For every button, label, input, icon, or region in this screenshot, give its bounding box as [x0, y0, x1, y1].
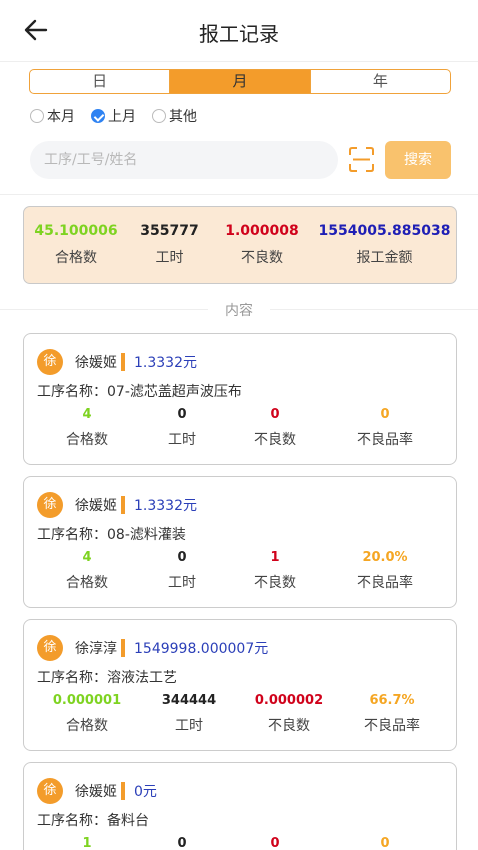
section-label: 内容 — [0, 300, 478, 320]
stat-label: 不良数 — [268, 718, 310, 734]
avatar: 徐 — [37, 492, 63, 518]
avatar: 徐 — [37, 635, 63, 661]
summary-value: 355777 — [140, 223, 199, 239]
segment-month[interactable]: 月 — [169, 70, 310, 93]
record-card[interactable]: 徐 徐淳淳 1549998.000007元 工序名称：溶液法工艺 0.00000… — [23, 619, 457, 751]
qualified-value: 1 — [82, 836, 92, 850]
record-card[interactable]: 徐 徐媛姬 1.3332元 工序名称：08-滤料灌装 4 合格数 0 工时 1 不良数… — [23, 476, 457, 608]
separator-bar — [121, 353, 125, 371]
page-title: 报工记录 — [199, 22, 279, 46]
segment-year[interactable]: 年 — [309, 70, 450, 93]
summary-defects: 1.000008 不良数 — [211, 207, 313, 283]
separator-bar — [121, 496, 125, 514]
scan-icon[interactable] — [349, 147, 374, 172]
qualified-value: 4 — [82, 407, 92, 422]
record-amount: 1.3332元 — [134, 498, 197, 514]
stat-label: 不良数 — [254, 575, 296, 591]
stat-label: 合格数 — [66, 718, 108, 734]
process-name: 工序名称：07-滤芯盖超声波压布 — [37, 384, 242, 400]
separator-bar — [121, 782, 125, 800]
stat-label: 工时 — [168, 575, 196, 591]
worker-name: 徐媛姬 — [75, 498, 117, 514]
summary-value: 45.100006 — [34, 223, 118, 239]
segment-day[interactable]: 日 — [30, 70, 169, 93]
summary-label: 不良数 — [241, 250, 283, 266]
radio-last-month[interactable]: 上月 — [91, 106, 136, 126]
defects-value: 0 — [270, 836, 280, 850]
record-card[interactable]: 徐 徐媛姬 0元 工序名称：备料台 1 0 0 0 — [23, 762, 457, 850]
summary-value: 1.000008 — [225, 223, 299, 239]
summary-panel: 45.100006 合格数 355777 工时 1.000008 不良数 155… — [23, 206, 457, 284]
hours-value: 344444 — [161, 693, 217, 708]
avatar: 徐 — [37, 778, 63, 804]
hours-value: 0 — [177, 407, 187, 422]
search-button[interactable]: 搜索 — [385, 141, 451, 179]
divider — [0, 194, 478, 195]
defects-value: 0 — [270, 407, 280, 422]
defects-value: 0.000002 — [254, 693, 324, 708]
process-name: 工序名称：备料台 — [37, 813, 149, 829]
header: 报工记录 — [0, 0, 478, 62]
stat-label: 不良品率 — [357, 432, 413, 448]
radio-label: 上月 — [108, 109, 136, 125]
defect-rate-value: 0 — [380, 407, 390, 422]
worker-name: 徐媛姬 — [75, 784, 117, 800]
stat-label: 工时 — [175, 718, 203, 734]
record-amount: 1549998.000007元 — [134, 641, 269, 657]
defect-rate-value: 0 — [380, 836, 390, 850]
separator-bar — [121, 639, 125, 657]
radio-unchecked-icon — [152, 109, 166, 123]
record-card[interactable]: 徐 徐媛姬 1.3332元 工序名称：07-滤芯盖超声波压布 4 合格数 0 工时 … — [23, 333, 457, 465]
summary-value: 1554005.885038 — [318, 223, 451, 239]
hours-value: 0 — [177, 836, 187, 850]
radio-this-month[interactable]: 本月 — [30, 106, 75, 126]
defects-value: 1 — [270, 550, 280, 565]
process-name: 工序名称：溶液法工艺 — [37, 670, 177, 686]
stat-label: 不良品率 — [364, 718, 420, 734]
summary-label: 合格数 — [55, 250, 97, 266]
qualified-value: 4 — [82, 550, 92, 565]
worker-name: 徐媛姬 — [75, 355, 117, 371]
radio-other[interactable]: 其他 — [152, 106, 197, 126]
record-amount: 0元 — [134, 784, 157, 800]
stat-label: 工时 — [168, 432, 196, 448]
summary-qualified: 45.100006 合格数 — [24, 207, 128, 283]
stat-label: 合格数 — [66, 575, 108, 591]
radio-label: 其他 — [169, 109, 197, 125]
summary-label: 工时 — [155, 250, 184, 266]
defect-rate-value: 66.7% — [369, 693, 415, 708]
qualified-value: 0.000001 — [52, 693, 122, 708]
summary-amount: 1554005.885038 报工金额 — [313, 207, 456, 283]
search-input[interactable] — [30, 141, 338, 179]
summary-hours: 355777 工时 — [128, 207, 211, 283]
worker-name: 徐淳淳 — [75, 641, 117, 657]
avatar: 徐 — [37, 349, 63, 375]
hours-value: 0 — [177, 550, 187, 565]
defect-rate-value: 20.0% — [362, 550, 408, 565]
month-radio-group: 本月 上月 其他 — [30, 106, 197, 126]
radio-label: 本月 — [47, 109, 75, 125]
stat-label: 合格数 — [66, 432, 108, 448]
radio-unchecked-icon — [30, 109, 44, 123]
period-segmented-control: 日 月 年 — [29, 69, 451, 94]
radio-checked-icon — [91, 109, 105, 123]
summary-label: 报工金额 — [356, 250, 413, 266]
stat-label: 不良数 — [254, 432, 296, 448]
process-name: 工序名称：08-滤料灌装 — [37, 527, 186, 543]
record-amount: 1.3332元 — [134, 355, 197, 371]
stat-label: 不良品率 — [357, 575, 413, 591]
